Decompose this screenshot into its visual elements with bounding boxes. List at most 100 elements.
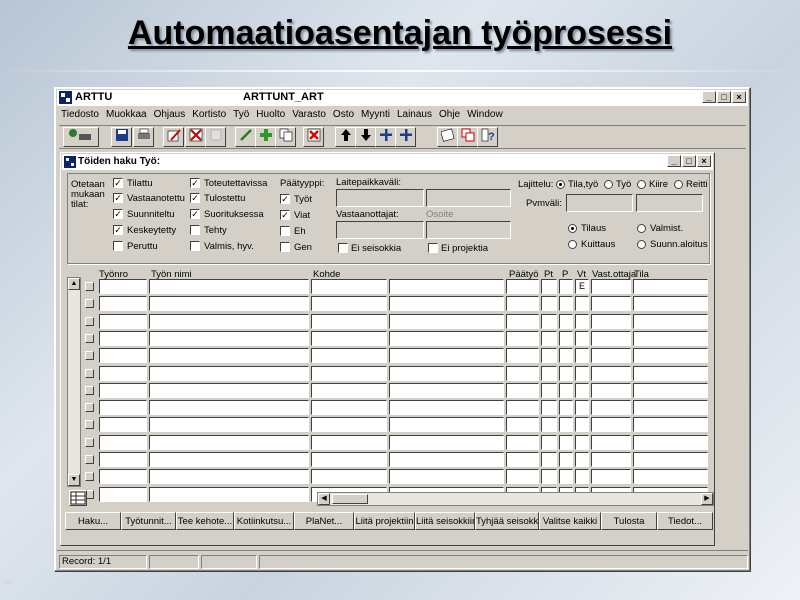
- dialog-restore-button[interactable]: □: [682, 155, 696, 167]
- menu-window[interactable]: Window: [465, 107, 508, 124]
- cell-kohde-name[interactable]: [389, 296, 504, 312]
- cell-tyon-nimi[interactable]: [149, 382, 309, 398]
- row-select-checkbox[interactable]: [85, 385, 94, 395]
- cell-vt[interactable]: [575, 296, 589, 312]
- list-icon[interactable]: [205, 127, 226, 147]
- pencil-icon[interactable]: [235, 127, 256, 147]
- row-select-checkbox[interactable]: [85, 299, 94, 309]
- save-icon[interactable]: [111, 127, 132, 147]
- cell-tyonro[interactable]: [99, 417, 147, 433]
- cell-kohde[interactable]: [311, 400, 387, 416]
- scroll-thumb[interactable]: [332, 494, 368, 504]
- haku-button[interactable]: Haku...: [65, 512, 121, 530]
- radio-date-tilaus[interactable]: [568, 224, 577, 233]
- scroll-up-icon[interactable]: ▲: [68, 278, 80, 290]
- row-select-checkbox[interactable]: [85, 316, 94, 326]
- cell-p[interactable]: [559, 400, 573, 416]
- row-select-checkbox[interactable]: [85, 420, 94, 430]
- menu-varasto[interactable]: Varasto: [290, 107, 331, 124]
- cell-pt[interactable]: [541, 400, 557, 416]
- menu-tiedosto[interactable]: Tiedosto: [59, 107, 104, 124]
- radio-sort-tila-tyo[interactable]: [556, 180, 565, 189]
- cell-vt[interactable]: [575, 330, 589, 346]
- menu-tyo[interactable]: Työ: [231, 107, 254, 124]
- cell-kohde[interactable]: [311, 296, 387, 312]
- kotiinkutsu-button[interactable]: Kotiinkutsu...: [234, 512, 294, 530]
- date-from-input[interactable]: [566, 194, 633, 212]
- cell-vast-ottaja[interactable]: [591, 296, 631, 312]
- cell-p[interactable]: [559, 348, 573, 364]
- cell-paatyo[interactable]: [506, 400, 539, 416]
- cell-tila[interactable]: [633, 417, 708, 433]
- cell-vast-ottaja[interactable]: [591, 330, 631, 346]
- cell-paatyo[interactable]: [506, 452, 539, 467]
- checkbox-tulostettu[interactable]: ✓: [190, 193, 200, 203]
- device-range-from-input[interactable]: [336, 189, 424, 207]
- cell-vast-ottaja[interactable]: [591, 400, 631, 416]
- cell-tyonro[interactable]: [99, 296, 147, 312]
- close-button[interactable]: ×: [732, 91, 746, 103]
- checkbox-keskeytetty[interactable]: ✓: [113, 225, 123, 235]
- cell-kohde-name[interactable]: [389, 469, 504, 485]
- cell-tila[interactable]: [633, 348, 708, 364]
- cell-tyon-nimi[interactable]: [149, 469, 309, 485]
- cell-pt[interactable]: [541, 348, 557, 364]
- restore-button[interactable]: □: [717, 91, 731, 103]
- cell-tila[interactable]: [633, 365, 708, 381]
- planet-button[interactable]: PlaNet...: [294, 512, 354, 530]
- cell-tila[interactable]: [633, 296, 708, 312]
- cell-pt[interactable]: [541, 330, 557, 346]
- checkbox-toteutettavissa[interactable]: ✓: [190, 178, 200, 188]
- menu-myynti[interactable]: Myynti: [359, 107, 395, 124]
- cell-tyonro[interactable]: [99, 486, 147, 502]
- checkbox-vastaanotettu[interactable]: ✓: [113, 193, 123, 203]
- checkbox-tilattu[interactable]: ✓: [113, 178, 123, 188]
- notes-icon[interactable]: [437, 127, 458, 147]
- cell-kohde-name[interactable]: [389, 365, 504, 381]
- checkbox-suorituksessa[interactable]: ✓: [190, 209, 200, 219]
- cell-paatyo[interactable]: [506, 296, 539, 312]
- cell-tyonro[interactable]: [99, 400, 147, 416]
- cell-vt[interactable]: [575, 365, 589, 381]
- menu-ohje[interactable]: Ohje: [437, 107, 465, 124]
- cell-vast-ottaja[interactable]: [591, 382, 631, 398]
- cell-kohde[interactable]: [311, 452, 387, 467]
- cell-paatyo[interactable]: [506, 382, 539, 398]
- scroll-right-icon[interactable]: ▶: [701, 493, 713, 505]
- cell-kohde[interactable]: [311, 330, 387, 346]
- cell-tyonro[interactable]: [99, 313, 147, 329]
- cell-paatyo[interactable]: [506, 365, 539, 381]
- row-select-checkbox[interactable]: [85, 333, 94, 343]
- cell-paatyo[interactable]: [506, 434, 539, 450]
- checkbox-peruttu[interactable]: [113, 241, 123, 251]
- connect-icon[interactable]: [63, 127, 99, 147]
- cell-vast-ottaja[interactable]: [591, 348, 631, 364]
- cell-vt[interactable]: [575, 400, 589, 416]
- cell-vt[interactable]: [575, 469, 589, 485]
- checkbox-no-outages[interactable]: [338, 243, 348, 253]
- menu-muokkaa[interactable]: Muokkaa: [104, 107, 152, 124]
- menu-huolto[interactable]: Huolto: [254, 107, 290, 124]
- checkbox-valmis[interactable]: [190, 241, 200, 251]
- row-select-checkbox[interactable]: [85, 437, 94, 447]
- cell-kohde[interactable]: [311, 348, 387, 364]
- cell-vast-ottaja[interactable]: [591, 452, 631, 467]
- cell-pt[interactable]: [541, 452, 557, 467]
- cell-tyonro[interactable]: [99, 382, 147, 398]
- cell-vt[interactable]: [575, 417, 589, 433]
- cell-vast-ottaja[interactable]: [591, 279, 631, 294]
- cell-vt[interactable]: [575, 313, 589, 329]
- dialog-minimize-button[interactable]: _: [667, 155, 681, 167]
- cell-pt[interactable]: [541, 382, 557, 398]
- cell-tila[interactable]: [633, 452, 708, 467]
- row-select-checkbox[interactable]: [85, 282, 94, 291]
- cell-vast-ottaja[interactable]: [591, 434, 631, 450]
- cell-pt[interactable]: [541, 469, 557, 485]
- cell-kohde[interactable]: [311, 313, 387, 329]
- tyotunnit-button[interactable]: Työtunnit...: [121, 512, 176, 530]
- cell-tyonro[interactable]: [99, 434, 147, 450]
- arrow-up-icon[interactable]: [335, 127, 356, 147]
- cell-tila[interactable]: [633, 434, 708, 450]
- cell-tyon-nimi[interactable]: [149, 486, 309, 502]
- copy-icon[interactable]: [275, 127, 296, 147]
